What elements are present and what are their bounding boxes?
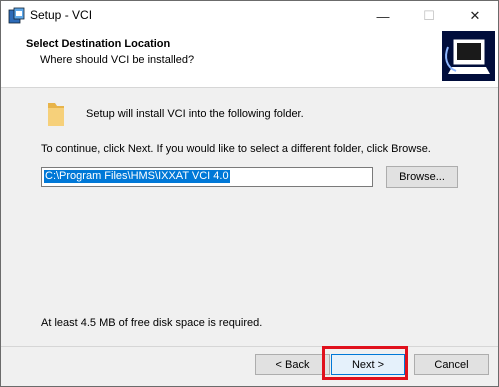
disk-space-text: At least 4.5 MB of free disk space is re… bbox=[41, 317, 263, 329]
close-icon: ✕ bbox=[469, 8, 481, 23]
next-button-label: Next > bbox=[351, 358, 385, 371]
back-button[interactable]: < Back bbox=[255, 354, 330, 375]
destination-path-input[interactable]: C:\Program Files\HMS\IXXAT VCI 4.0 bbox=[41, 167, 373, 187]
close-button[interactable]: ✕ bbox=[452, 1, 498, 31]
next-button[interactable]: Next > bbox=[331, 354, 405, 375]
computer-icon bbox=[442, 31, 495, 81]
footer-divider bbox=[1, 346, 498, 347]
instruction-text: To continue, click Next. If you would li… bbox=[41, 143, 431, 155]
setup-app-icon bbox=[8, 7, 25, 24]
minimize-icon: — bbox=[376, 8, 390, 24]
browse-button[interactable]: Browse... bbox=[386, 166, 458, 188]
title-bar[interactable]: Setup - VCI — ☐ ✕ bbox=[1, 1, 498, 31]
window-title: Setup - VCI bbox=[30, 8, 93, 22]
maximize-icon: ☐ bbox=[423, 8, 435, 23]
browse-button-label: Browse... bbox=[399, 171, 445, 183]
cancel-button-label: Cancel bbox=[434, 358, 469, 371]
maximize-button[interactable]: ☐ bbox=[406, 1, 452, 31]
intro-text: Setup will install VCI into the followin… bbox=[86, 108, 304, 120]
destination-path-value: C:\Program Files\HMS\IXXAT VCI 4.0 bbox=[44, 170, 230, 183]
page-title: Select Destination Location bbox=[26, 38, 171, 50]
folder-icon bbox=[48, 103, 64, 126]
wizard-computer-image bbox=[442, 31, 495, 81]
back-button-label: < Back bbox=[275, 358, 310, 371]
minimize-button[interactable]: — bbox=[360, 1, 406, 31]
cancel-button[interactable]: Cancel bbox=[414, 354, 489, 375]
wizard-header: Select Destination Location Where should… bbox=[1, 31, 498, 88]
page-subtitle: Where should VCI be installed? bbox=[40, 54, 195, 66]
setup-window: Setup - VCI — ☐ ✕ Select Destination Loc… bbox=[0, 0, 499, 387]
